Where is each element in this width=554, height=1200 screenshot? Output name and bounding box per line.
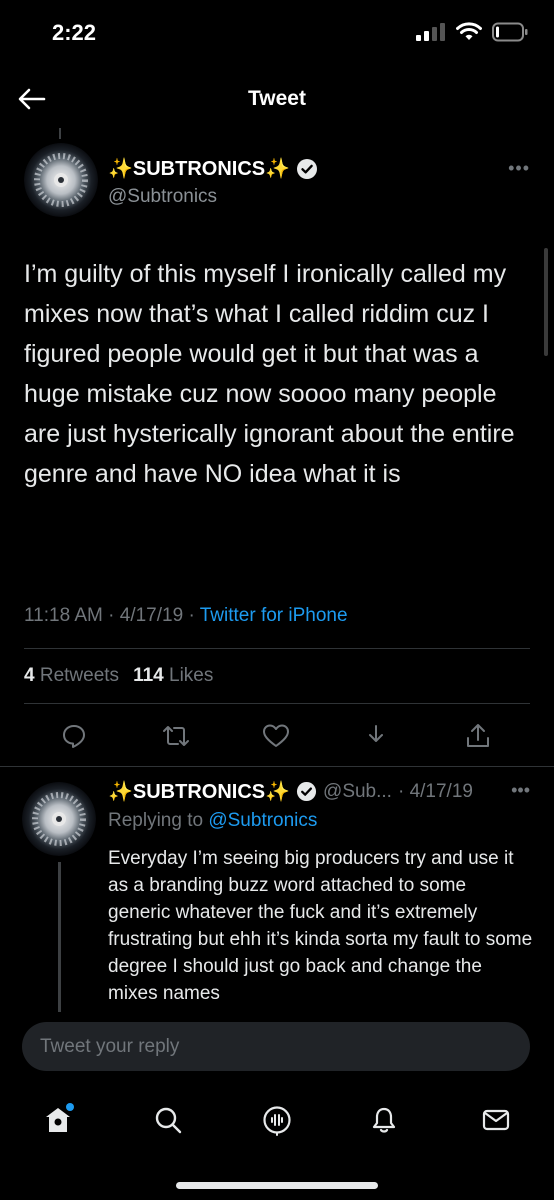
retweet-icon xyxy=(163,726,189,746)
retweets-label: Retweets xyxy=(39,665,120,686)
reply-avatar[interactable] xyxy=(22,782,96,856)
author-row: ✨SUBTRONICS✨ xyxy=(108,156,318,181)
tab-search[interactable] xyxy=(148,1100,188,1140)
scrollbar[interactable] xyxy=(544,248,548,356)
avatar-image xyxy=(22,782,96,856)
like-icon xyxy=(263,724,289,747)
verified-badge-icon xyxy=(297,158,318,179)
tweet-date: 4/17/19 xyxy=(119,605,184,626)
tab-notifications[interactable] xyxy=(364,1100,404,1140)
reply-text: Everyday I’m seeing big producers try an… xyxy=(108,848,533,1004)
meta-separator: · xyxy=(188,605,195,626)
more-options-icon[interactable]: ••• xyxy=(508,158,530,179)
replying-to: Replying to @Subtronics xyxy=(108,810,317,832)
reply-icon xyxy=(63,725,85,748)
status-indicators xyxy=(416,22,528,42)
tweet-actions xyxy=(0,718,554,754)
bookmark-button[interactable] xyxy=(358,718,394,754)
tab-messages[interactable] xyxy=(476,1100,516,1140)
author-name[interactable]: ✨SUBTRONICS✨ xyxy=(108,156,290,181)
avatar-image xyxy=(24,143,98,217)
replying-to-link[interactable]: @Subtronics xyxy=(208,810,317,831)
like-button[interactable] xyxy=(258,718,294,754)
battery-icon xyxy=(492,22,528,42)
status-time: 2:22 xyxy=(52,20,97,45)
author-handle[interactable]: @Subtronics xyxy=(108,186,217,208)
tweet-text: I’m guilty of this myself I ironically c… xyxy=(24,260,515,488)
divider xyxy=(24,648,530,649)
search-icon xyxy=(155,1107,182,1134)
tweet-meta: 11:18 AM · 4/17/19 · Twitter for iPhone xyxy=(24,605,348,627)
share-icon xyxy=(467,724,489,747)
likes-label: Likes xyxy=(169,665,214,686)
tweet-detail-screen: 2:22 Tweet ✨SUBTRONICS✨ @Subtronics ••• … xyxy=(0,0,554,1200)
likes-stat[interactable]: 114 Likes xyxy=(133,665,213,687)
avatar[interactable] xyxy=(24,143,98,217)
reply-input[interactable] xyxy=(22,1022,530,1071)
tab-spaces[interactable] xyxy=(257,1100,297,1140)
reply-header: ✨SUBTRONICS✨ @Sub... · 4/17/19 xyxy=(108,779,473,804)
thread-connector xyxy=(58,862,61,1012)
share-button[interactable] xyxy=(460,718,496,754)
status-bar: 2:22 xyxy=(0,0,554,70)
page-title: Tweet xyxy=(248,87,306,110)
retweet-button[interactable] xyxy=(158,718,194,754)
tweet-source-link[interactable]: Twitter for iPhone xyxy=(200,605,348,626)
signal-icon xyxy=(416,23,445,41)
spaces-icon xyxy=(263,1106,291,1136)
likes-count: 114 xyxy=(133,665,164,686)
tab-home[interactable] xyxy=(38,1100,78,1140)
home-indicator[interactable] xyxy=(176,1182,378,1189)
reply-author-name[interactable]: ✨SUBTRONICS✨ xyxy=(108,779,290,804)
reply-handle[interactable]: @Sub... xyxy=(323,781,392,803)
thread-connector xyxy=(59,128,61,139)
home-notification-dot xyxy=(66,1103,74,1111)
reply-button[interactable] xyxy=(56,718,92,754)
tweet-time: 11:18 AM xyxy=(24,605,103,626)
retweets-stat[interactable]: 4 Retweets xyxy=(24,665,119,687)
meta-separator: · xyxy=(108,605,115,626)
wifi-icon xyxy=(456,22,482,40)
divider xyxy=(24,703,530,704)
more-options-icon[interactable]: ••• xyxy=(511,780,530,801)
divider xyxy=(0,766,554,767)
reply-date: · 4/17/19 xyxy=(397,780,473,802)
bookmark-icon xyxy=(369,725,383,742)
tweet-stats: 4 Retweets 114 Likes xyxy=(24,665,213,687)
reply-compose-box[interactable] xyxy=(22,1022,530,1071)
messages-icon xyxy=(482,1109,510,1131)
replying-to-prefix: Replying to xyxy=(108,810,204,831)
notifications-icon xyxy=(372,1107,396,1133)
retweets-count: 4 xyxy=(24,665,35,686)
verified-badge-icon xyxy=(296,781,317,802)
nav-header: Tweet xyxy=(0,75,554,121)
tab-bar xyxy=(0,1090,554,1146)
